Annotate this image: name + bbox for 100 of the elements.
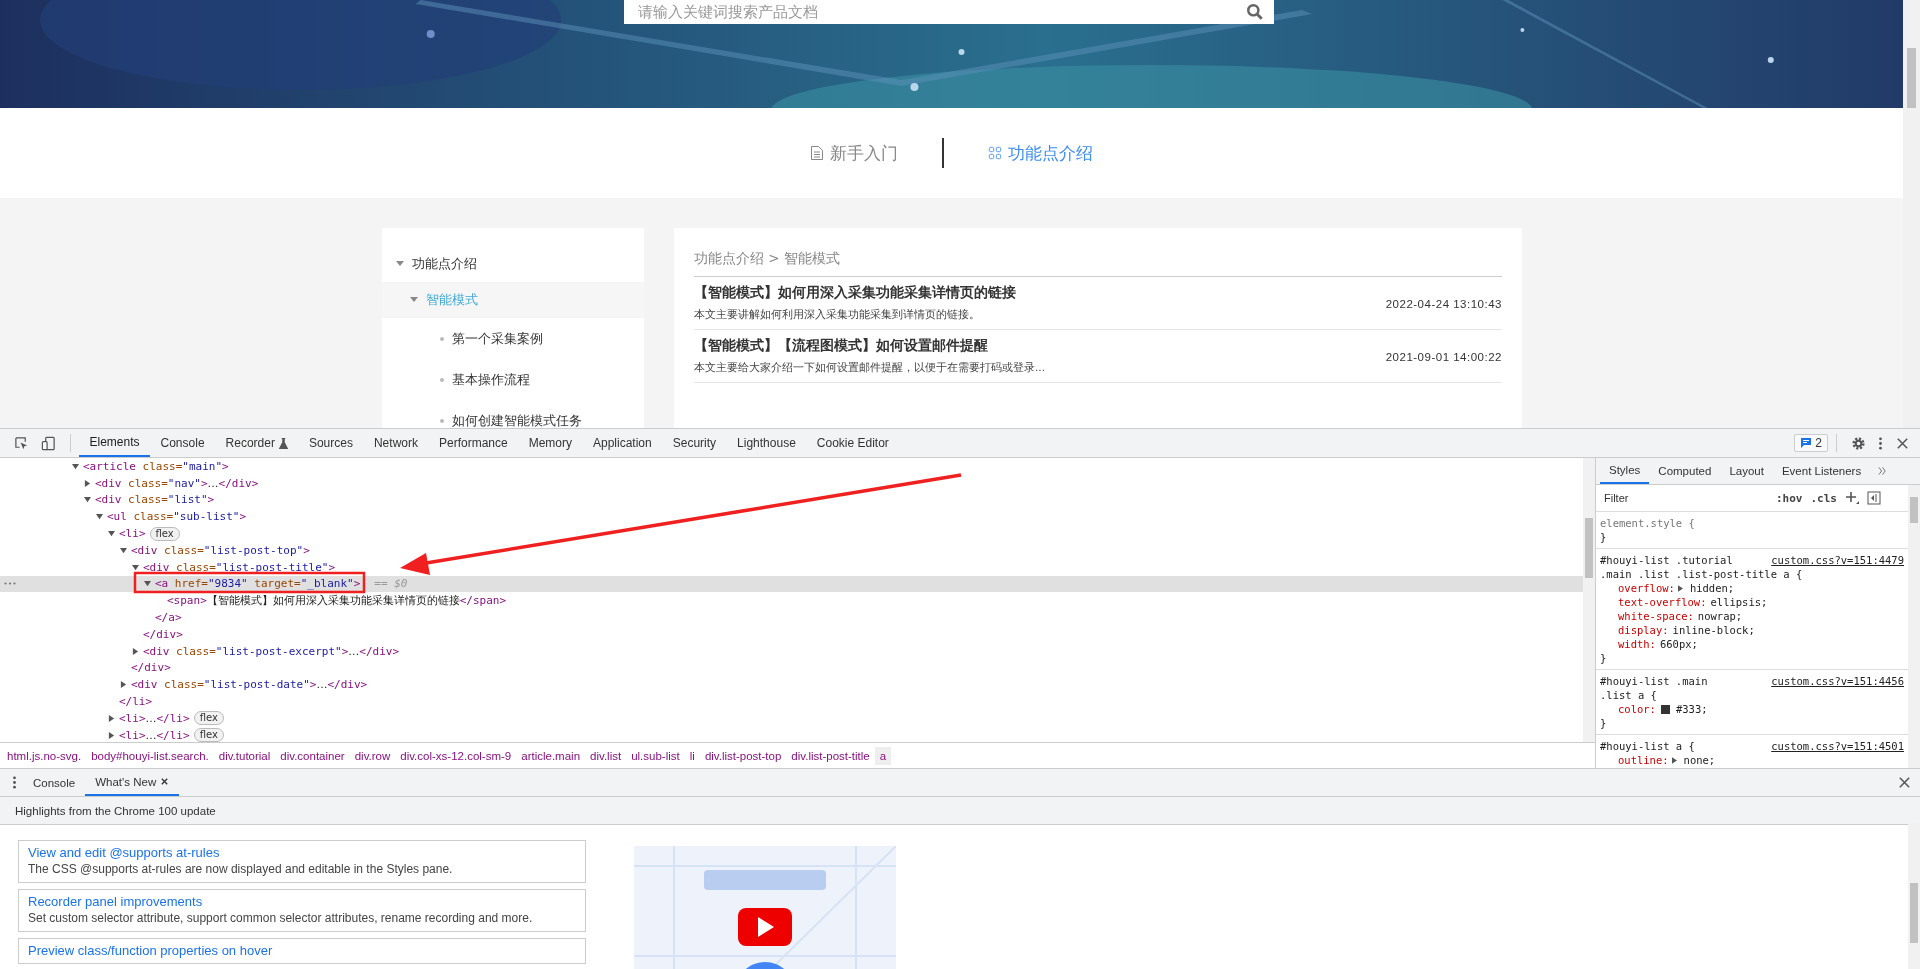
expand-arrow-icon[interactable] (96, 513, 103, 521)
breadcrumb-item[interactable]: html.js.no-svg. (2, 746, 87, 765)
more-icon[interactable] (12, 775, 17, 790)
plus-icon[interactable] (1845, 491, 1859, 505)
dom-node[interactable]: <a href="9834" target="_blank"> (155, 577, 361, 591)
feature-card[interactable]: Recorder panel improvements Set custom selector attribute, support common selector attributes, rename recording and more. (18, 889, 586, 932)
css-value[interactable]: ellipsis; (1710, 595, 1768, 609)
styles-tab[interactable]: Layout (1720, 458, 1773, 484)
css-property[interactable]: display: (1618, 623, 1669, 637)
flex-badge[interactable]: flex (193, 728, 224, 742)
source-link[interactable]: custom.css?v=151:4456 (1771, 674, 1904, 688)
panel-tab[interactable]: Application (582, 429, 663, 457)
chevrons-icon[interactable] (1878, 467, 1888, 475)
dom-node[interactable]: <div class="list-post-title"> (143, 560, 336, 574)
css-property[interactable]: width: (1618, 637, 1656, 651)
expand-arrow-icon[interactable] (108, 731, 115, 739)
expand-arrow-icon[interactable] (1671, 756, 1677, 764)
dom-node[interactable]: <div class="list-post-date">…</div> (131, 678, 368, 692)
settings-icon[interactable] (1851, 435, 1866, 451)
sidebar-item[interactable]: 基本操作流程 (452, 370, 530, 389)
panel-tab[interactable]: Sources (298, 429, 364, 457)
source-link[interactable]: custom.css?v=151:4501 (1771, 739, 1904, 753)
close-icon[interactable] (1897, 775, 1912, 790)
css-value[interactable]: nowrap; (1697, 609, 1743, 623)
dom-node[interactable]: <li>…</li> (119, 711, 190, 725)
caret-icon[interactable] (410, 297, 418, 303)
more-icon[interactable] (1878, 435, 1883, 451)
inspect-icon[interactable] (14, 435, 29, 451)
dom-node[interactable]: <div class="list"> (95, 493, 215, 507)
nav-tab[interactable]: 新手入门 (766, 141, 942, 165)
dom-node[interactable]: <article class="main"> (83, 459, 229, 473)
breadcrumb-item[interactable]: div.list-post-title (786, 746, 875, 765)
expand-arrow-icon[interactable] (132, 563, 139, 571)
expand-arrow-icon[interactable] (120, 681, 127, 689)
expand-arrow-icon[interactable] (108, 714, 115, 722)
search-icon[interactable] (1245, 3, 1264, 21)
expand-arrow-icon[interactable] (1677, 584, 1683, 592)
panel-tab[interactable]: Console (150, 429, 216, 457)
toggle-button[interactable]: .cls (1810, 491, 1837, 505)
breadcrumb-item[interactable]: ul.sub-list (626, 746, 685, 765)
css-value[interactable]: hidden; (1689, 581, 1735, 595)
styles-tab[interactable]: Computed (1649, 458, 1721, 484)
source-link[interactable]: custom.css?v=151:4479 (1771, 553, 1904, 567)
panel-tab[interactable]: Elements (79, 429, 151, 457)
breadcrumb-item[interactable]: article.main (516, 746, 586, 765)
article-title[interactable]: 【智能模式】【流程图模式】如何设置邮件提醒 (694, 337, 988, 355)
panel-tab[interactable]: Lighthouse (726, 429, 807, 457)
sidebar-item[interactable]: 如何创建智能模式任务 (452, 411, 582, 428)
device-icon[interactable] (41, 435, 56, 451)
css-property[interactable]: outline: (1618, 753, 1669, 767)
dom-node[interactable]: </div> (143, 627, 183, 641)
styles-tab[interactable]: Event Listeners (1772, 458, 1871, 484)
panel-tab[interactable]: Memory (518, 429, 583, 457)
more-icon[interactable] (4, 582, 16, 586)
breadcrumb-item[interactable]: body#houyi-list.search. (86, 746, 214, 765)
css-property[interactable]: color: (1618, 702, 1656, 716)
css-property[interactable]: overflow: (1618, 581, 1675, 595)
dom-node[interactable]: <li>…</li> (119, 728, 190, 742)
scrollbar[interactable] (1583, 458, 1595, 742)
caret-icon[interactable] (396, 261, 404, 267)
breadcrumb-item[interactable]: a (874, 746, 892, 765)
scrollbar[interactable] (1903, 0, 1920, 428)
css-value[interactable]: none; (1683, 753, 1716, 767)
css-property[interactable]: text-overflow: (1618, 595, 1707, 609)
flex-badge[interactable]: flex (193, 711, 224, 726)
expand-arrow-icon[interactable] (84, 479, 91, 487)
dom-node[interactable]: <li> (119, 527, 146, 541)
panel-tab[interactable]: Performance (428, 429, 519, 457)
expand-arrow-icon[interactable] (144, 580, 151, 588)
close-icon[interactable] (160, 777, 170, 786)
dom-node[interactable]: <div class="list-post-excerpt">…</div> (143, 644, 400, 658)
panel-tab[interactable]: Cookie Editor (806, 429, 900, 457)
issues-badge[interactable]: 2 (1794, 434, 1828, 452)
breadcrumb-item[interactable]: div.row (349, 746, 396, 765)
sidebar-item[interactable]: 功能点介绍 (412, 255, 477, 273)
expand-arrow-icon[interactable] (108, 530, 115, 538)
drawer-tab[interactable]: Console (23, 769, 86, 796)
feature-link[interactable]: Recorder panel improvements (28, 893, 576, 910)
breadcrumb-item[interactable]: div.container (275, 746, 350, 765)
toggle-button[interactable]: :hov (1776, 491, 1803, 505)
css-property[interactable]: white-space: (1618, 609, 1694, 623)
breadcrumb-item[interactable]: li (684, 746, 700, 765)
dom-node[interactable]: <div class="list-post-top"> (131, 543, 310, 557)
scrollbar[interactable] (1908, 485, 1920, 768)
close-icon[interactable] (1895, 435, 1910, 451)
article-title[interactable]: 【智能模式】如何用深入采集功能采集详情页的链接 (694, 284, 1016, 302)
css-value[interactable]: #333; (1675, 702, 1708, 716)
breadcrumb-item[interactable]: div.tutorial (213, 746, 276, 765)
color-swatch[interactable] (1660, 704, 1670, 714)
css-value[interactable]: 660px; (1659, 637, 1698, 651)
css-value[interactable]: inline-block; (1672, 623, 1755, 637)
feature-card[interactable]: Preview class/function properties on hover (18, 938, 586, 964)
dom-node[interactable]: <div class="nav">…</div> (95, 476, 259, 490)
expand-arrow-icon[interactable] (132, 647, 139, 655)
expand-arrow-icon[interactable] (120, 546, 127, 554)
sidebar-item[interactable]: 第一个采集案例 (452, 329, 543, 348)
panel-tab[interactable]: Recorder (215, 429, 299, 457)
dom-node[interactable]: </div> (131, 661, 171, 675)
dom-node[interactable]: <ul class="sub-list"> (107, 510, 247, 524)
dom-node[interactable]: </a> (155, 611, 182, 625)
